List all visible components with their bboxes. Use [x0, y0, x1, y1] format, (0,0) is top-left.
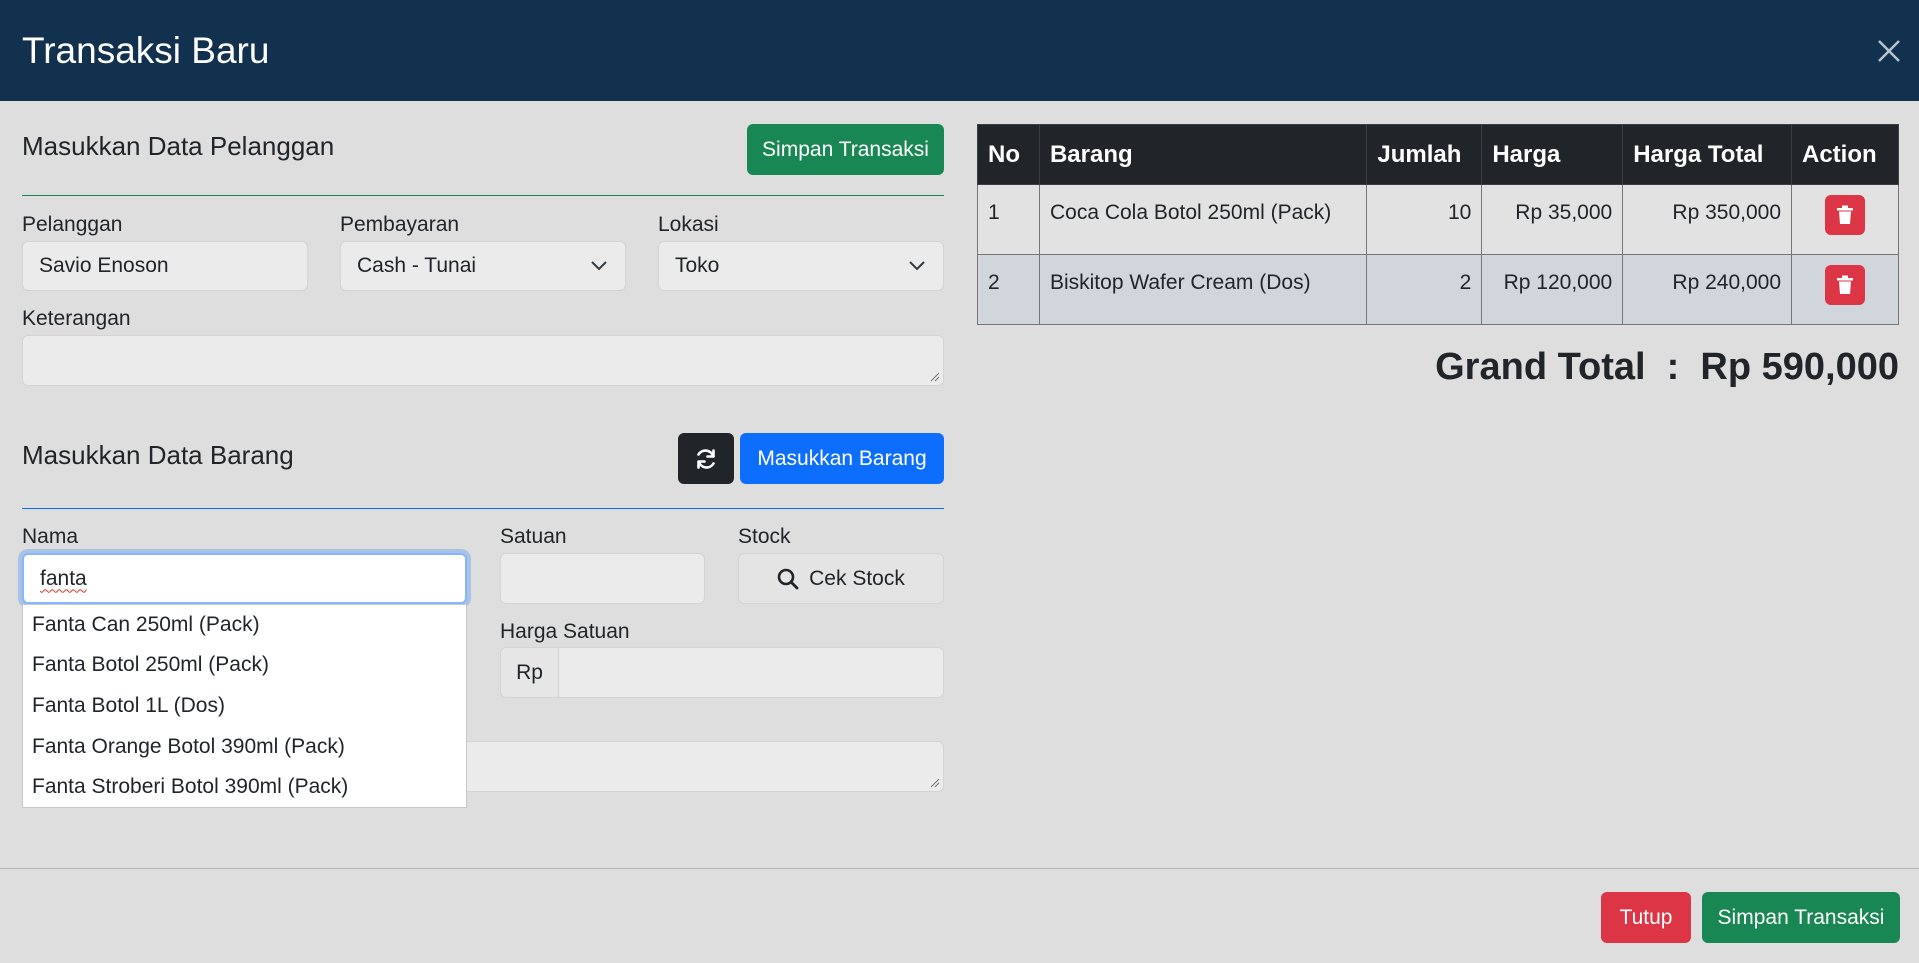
lokasi-label: Lokasi: [658, 213, 719, 236]
close-button[interactable]: Tutup: [1601, 892, 1691, 943]
suggestion-item[interactable]: Fanta Can 250ml (Pack): [32, 613, 260, 637]
cell-harga-total: Rp 350,000: [1622, 184, 1792, 255]
column-header-no: No: [977, 124, 1040, 185]
cell-no: 2: [977, 254, 1040, 325]
divider: [22, 508, 944, 509]
cell-action: [1791, 184, 1899, 255]
trash-icon: [1837, 205, 1853, 224]
delete-row-button[interactable]: [1825, 195, 1865, 235]
pembayaran-value: Cash - Tunai: [357, 254, 477, 277]
chevron-down-icon: [909, 261, 925, 271]
cell-barang: Coca Cola Botol 250ml (Pack): [1038, 184, 1368, 255]
pembayaran-label: Pembayaran: [340, 213, 460, 236]
harga-satuan-label: Harga Satuan: [500, 620, 630, 643]
suggestion-item[interactable]: Fanta Orange Botol 390ml (Pack): [32, 735, 345, 759]
resize-grip-icon[interactable]: [930, 778, 940, 788]
satuan-label: Satuan: [500, 525, 567, 548]
column-header-harga: Harga: [1481, 124, 1624, 185]
divider: [22, 195, 944, 196]
pelanggan-label: Pelanggan: [22, 213, 123, 236]
cek-stock-label: Cek Stock: [809, 566, 905, 590]
column-header-jumlah: Jumlah: [1366, 124, 1483, 185]
cell-harga: Rp 35,000: [1481, 184, 1624, 255]
lokasi-select[interactable]: Toko: [658, 241, 944, 291]
refresh-icon: [697, 448, 715, 469]
suggestion-item[interactable]: Fanta Botol 1L (Dos): [32, 694, 225, 718]
customer-section-title: Masukkan Data Pelanggan: [22, 131, 335, 161]
nama-label: Nama: [22, 525, 79, 548]
footer-divider: [0, 868, 1919, 869]
currency-prefix: Rp: [500, 647, 559, 698]
cell-jumlah: 10: [1366, 184, 1483, 255]
suggestion-item[interactable]: Fanta Stroberi Botol 390ml (Pack): [32, 775, 348, 799]
cell-jumlah: 2: [1366, 254, 1483, 325]
autocomplete-dropdown: Fanta Can 250ml (Pack) Fanta Botol 250ml…: [22, 604, 467, 808]
resize-grip-icon[interactable]: [930, 372, 940, 382]
cell-harga-total: Rp 240,000: [1622, 254, 1792, 325]
nama-value: fanta: [40, 566, 87, 590]
search-icon: [777, 568, 799, 589]
table-header-row: No Barang Jumlah Harga Harga Total Actio…: [977, 124, 1899, 185]
item-section-title: Masukkan Data Barang: [22, 440, 294, 470]
cek-stock-button[interactable]: Cek Stock: [738, 553, 944, 604]
harga-satuan-input[interactable]: [558, 647, 944, 698]
pelanggan-value: Savio Enoson: [39, 254, 169, 277]
pelanggan-input[interactable]: Savio Enoson: [22, 241, 308, 291]
save-transaction-top-button[interactable]: Simpan Transaksi: [747, 124, 944, 175]
save-transaction-button[interactable]: Simpan Transaksi: [1702, 892, 1900, 943]
lokasi-value: Toko: [675, 254, 720, 277]
trash-icon: [1837, 275, 1853, 294]
close-icon[interactable]: [1874, 36, 1904, 66]
modal-header: Transaksi Baru: [0, 0, 1919, 101]
table-row: 2 Biskitop Wafer Cream (Dos) 2 Rp 120,00…: [977, 254, 1899, 325]
keterangan-label: Keterangan: [22, 307, 131, 330]
grand-total: Grand Total : Rp 590,000: [1435, 346, 1899, 388]
suggestion-item[interactable]: Fanta Botol 250ml (Pack): [32, 653, 269, 677]
cell-harga: Rp 120,000: [1481, 254, 1624, 325]
delete-row-button[interactable]: [1825, 265, 1865, 305]
cell-barang: Biskitop Wafer Cream (Dos): [1038, 254, 1368, 325]
cart-table: No Barang Jumlah Harga Harga Total Actio…: [977, 124, 1899, 325]
cell-no: 1: [977, 184, 1040, 255]
table-row: 1 Coca Cola Botol 250ml (Pack) 10 Rp 35,…: [977, 184, 1899, 255]
nama-input[interactable]: fanta: [22, 553, 467, 604]
chevron-down-icon: [591, 261, 607, 271]
cell-action: [1791, 254, 1899, 325]
column-header-harga-total: Harga Total: [1622, 124, 1792, 185]
add-item-button[interactable]: Masukkan Barang: [740, 433, 944, 484]
column-header-barang: Barang: [1038, 124, 1368, 185]
column-header-action: Action: [1791, 124, 1899, 185]
modal-title: Transaksi Baru: [22, 30, 270, 71]
keterangan-textarea[interactable]: [22, 335, 944, 386]
stock-label: Stock: [738, 525, 791, 548]
refresh-button[interactable]: [678, 433, 734, 484]
satuan-input[interactable]: [500, 553, 705, 604]
pembayaran-select[interactable]: Cash - Tunai: [340, 241, 626, 291]
